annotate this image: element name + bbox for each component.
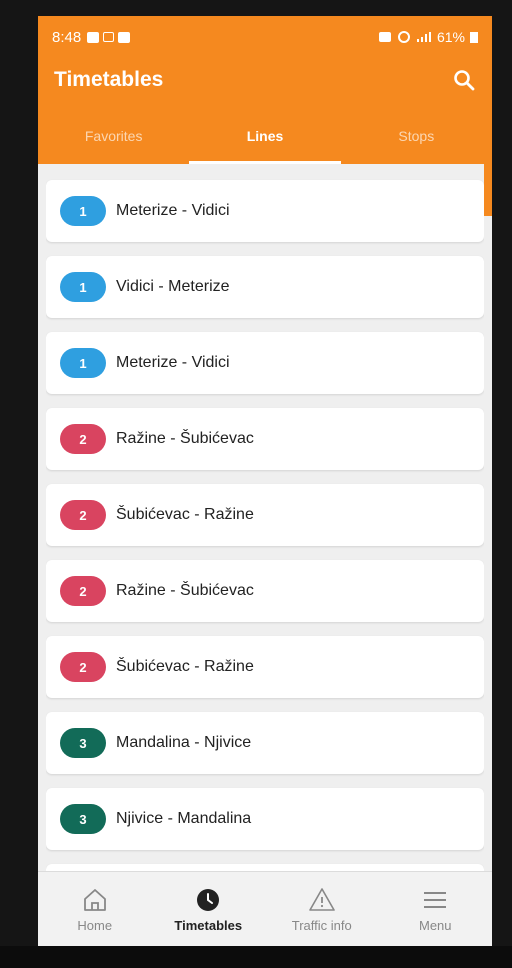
list-item[interactable]: 2 Šubićevac - Ražine [46,484,484,546]
route-name: Njivice - Mandalina [116,810,252,827]
route-name: Meterize - Vidici [116,202,230,219]
screenshot-icon [103,32,115,42]
route-name: Vidici - Meterize [116,278,230,295]
list-item[interactable]: 2 Ražine - Šubićevac [46,560,484,622]
line-badge: 3 [60,804,106,834]
warning-icon [308,887,335,911]
signal-icon [416,32,431,42]
nav-menu[interactable]: Menu [379,872,493,946]
status-time: 8:48 [52,28,82,46]
line-badge: 2 [60,500,106,530]
route-name: Ražine - Šubićevac [116,582,254,599]
route-name: Šubićevac - Ražine [116,506,254,523]
line-badge: 1 [60,272,106,302]
list-item[interactable]: 3 Njivice - Mandalina [46,788,484,850]
image-icon [118,31,131,43]
home-icon [83,888,106,911]
line-badge: 2 [60,652,106,682]
list-item[interactable]: 2 Šubićevac - Ražine [46,636,484,698]
lines-list: 1 Meterize - Vidici 1 Vidici - Meterize … [46,164,484,872]
nav-home[interactable]: Home [38,872,152,946]
nav-menu-label: Menu [418,917,452,933]
nav-timetables-label: Timetables [174,917,243,933]
scroll-accent [484,164,492,216]
app-screen: 8:48 61% Timetables Favorites Lines Stop… [38,16,492,946]
nav-traffic-label: Traffic info [291,917,352,933]
line-badge: 1 [60,196,106,226]
tab-favorites[interactable]: Favorites [38,112,189,164]
route-name: Mandalina - Njivice [116,734,252,751]
line-badge: 3 [60,728,106,758]
tab-lines[interactable]: Lines [189,112,341,164]
status-bar: 8:48 61% [52,26,478,48]
app-bar: 8:48 61% Timetables Favorites Lines Stop… [38,16,492,164]
list-item[interactable]: 3 Mandalina - Njivice [46,712,484,774]
line-badge: 2 [60,424,106,454]
list-item[interactable]: 2 Ražine - Šubićevac [46,408,484,470]
route-name: Ražine - Šubićevac [116,430,254,447]
notification-icon [87,31,100,43]
bottom-nav: Home Timetables Traffic info Menu [38,871,492,946]
nav-timetables[interactable]: Timetables [152,872,266,946]
tab-stops[interactable]: Stops [341,112,492,164]
menu-icon [424,891,447,908]
nav-home-label: Home [77,917,113,933]
status-right: 61% [378,29,478,45]
route-name: Šubićevac - Ražine [116,658,254,675]
battery-percent: 61% [436,29,465,45]
list-item[interactable]: 1 Vidici - Meterize [46,256,484,318]
system-nav-bar [0,946,512,968]
nfc-icon [397,31,410,43]
battery-icon [470,32,478,43]
notification-icons [87,31,131,43]
list-item[interactable]: 1 Meterize - Vidici [46,180,484,242]
nav-traffic-info[interactable]: Traffic info [265,872,379,946]
route-name: Meterize - Vidici [116,354,230,371]
clock-icon [197,888,220,911]
page-title: Timetables [54,68,164,91]
alarm-icon [378,32,391,42]
line-badge: 2 [60,576,106,606]
line-badge: 1 [60,348,106,378]
search-icon[interactable] [452,68,476,92]
tab-bar: Favorites Lines Stops [38,112,492,164]
list-item[interactable]: 1 Meterize - Vidici [46,332,484,394]
